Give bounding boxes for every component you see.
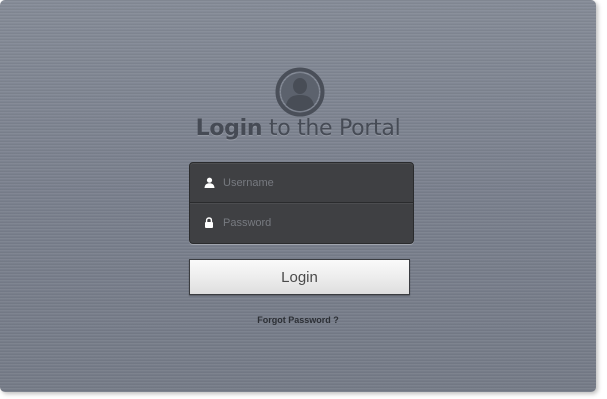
forgot-password-link[interactable]: Forgot Password ? [0,315,596,325]
page-title: Login to the Portal [0,116,596,141]
password-row [190,202,413,242]
login-panel: Login to the Portal Login Forgot Passwor… [0,0,596,392]
user-avatar-icon [275,67,325,117]
lock-icon [202,216,216,230]
user-icon [202,176,216,190]
credentials-box [189,162,414,244]
page-title-rest: to the Portal [262,116,401,141]
username-input[interactable] [223,176,393,189]
page-title-bold: Login [195,116,263,141]
password-input[interactable] [223,216,393,229]
username-row [190,163,413,202]
login-button[interactable]: Login [189,259,410,295]
